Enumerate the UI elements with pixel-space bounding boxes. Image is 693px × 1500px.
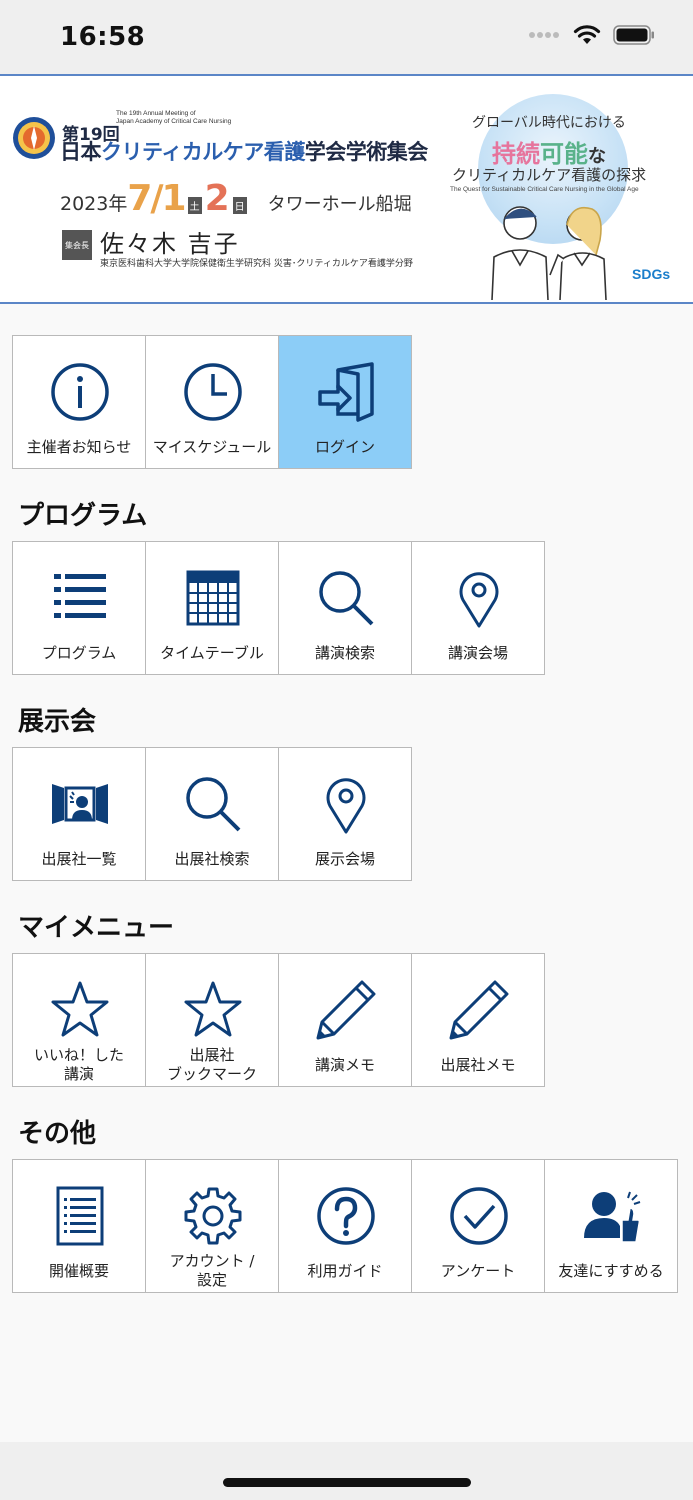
list-icon [50, 568, 110, 628]
tile-user-guide[interactable]: 利用ガイド [278, 1159, 412, 1293]
info-icon [50, 362, 110, 422]
tile-my-schedule[interactable]: マイスケジュール [145, 335, 279, 469]
sdgs-logo: SDGs [632, 266, 671, 282]
tile-event-overview[interactable]: 開催概要 [12, 1159, 146, 1293]
tile-timetable[interactable]: タイムテーブル [145, 541, 279, 675]
signal-icon [529, 32, 559, 38]
society-seal-icon [13, 117, 55, 159]
map-pin-icon [449, 568, 509, 628]
calendar-icon [183, 568, 243, 628]
tile-exhibitor-memo[interactable]: 出展社メモ [411, 953, 545, 1087]
section-title-other: その他 [18, 1119, 97, 1149]
tile-exhibition-venue[interactable]: 展示会場 [278, 747, 412, 881]
section-title-my-menu: マイメニュー [18, 913, 175, 943]
other-menu: 開催概要 アカウント / 設定 利用ガイド アンケート 友達にすすめる [12, 1159, 678, 1293]
my-menu: いいね！した 講演 出展社 ブックマーク 講演メモ 出展社メモ [12, 953, 545, 1087]
meeting-date: 2023年 7/1 土 2 日 タワーホール船堀 [60, 178, 412, 219]
meeting-english-title: The 19th Annual Meeting of Japan Academy… [116, 110, 232, 125]
home-indicator[interactable] [223, 1478, 471, 1487]
top-menu: 主催者お知らせ マイスケジュール ログイン [12, 335, 412, 469]
tile-survey[interactable]: アンケート [411, 1159, 545, 1293]
exhibitor-icon [50, 774, 110, 834]
document-icon [50, 1186, 110, 1246]
tile-lecture-search[interactable]: 講演検索 [278, 541, 412, 675]
gear-icon [183, 1186, 243, 1246]
clock-icon [183, 362, 243, 422]
exhibition-menu: 出展社一覧 出展社検索 展示会場 [12, 747, 412, 881]
pencil-icon [316, 980, 376, 1040]
nurses-illustration [491, 206, 607, 300]
chair-name: 佐々木 吉子 [100, 230, 240, 258]
tile-organizer-news[interactable]: 主催者お知らせ [12, 335, 146, 469]
map-pin-icon [316, 774, 376, 834]
tile-exhibitor-search[interactable]: 出展社検索 [145, 747, 279, 881]
section-title-exhibition: 展示会 [18, 707, 97, 737]
pencil-icon [449, 980, 509, 1040]
tile-lecture-venue[interactable]: 講演会場 [411, 541, 545, 675]
star-icon [183, 980, 243, 1040]
status-icons [529, 24, 655, 46]
tile-exhibitor-list[interactable]: 出展社一覧 [12, 747, 146, 881]
wifi-icon [573, 25, 601, 44]
recommend-icon [582, 1186, 642, 1246]
tile-account-settings[interactable]: アカウント / 設定 [145, 1159, 279, 1293]
search-icon [316, 568, 376, 628]
section-title-program: プログラム [18, 501, 148, 531]
banner-catchphrase: グローバル時代における 持続可能な クリティカルケア看護の探求 The Ques… [442, 90, 692, 300]
program-menu: プログラム タイムテーブル 講演検索 講演会場 [12, 541, 545, 675]
login-icon [316, 362, 376, 422]
tile-liked-lectures[interactable]: いいね！した 講演 [12, 953, 146, 1087]
meeting-venue: タワーホール船堀 [267, 194, 412, 215]
battery-icon [613, 25, 654, 45]
help-icon [316, 1186, 376, 1246]
tile-recommend-friends[interactable]: 友達にすすめる [544, 1159, 678, 1293]
tile-program[interactable]: プログラム [12, 541, 146, 675]
star-icon [50, 980, 110, 1040]
tile-lecture-memo[interactable]: 講演メモ [278, 953, 412, 1087]
status-bar: 16:58 [0, 0, 693, 74]
tile-login[interactable]: ログイン [278, 335, 412, 469]
status-time: 16:58 [60, 22, 146, 52]
search-icon [183, 774, 243, 834]
check-circle-icon [449, 1186, 509, 1246]
tile-exhibitor-bookmarks[interactable]: 出展社 ブックマーク [145, 953, 279, 1087]
conference-banner: 第19回 The 19th Annual Meeting of Japan Ac… [0, 74, 693, 304]
home-bar-area [0, 1442, 693, 1500]
chair-affiliation: 東京医科歯科大学大学院保健衛生学研究科 災害･クリティカルケア看護学分野 [100, 259, 413, 269]
chair-label: 集会長 [62, 230, 92, 260]
meeting-title: 日本クリティカルケア看護学会学術集会 [60, 140, 428, 164]
